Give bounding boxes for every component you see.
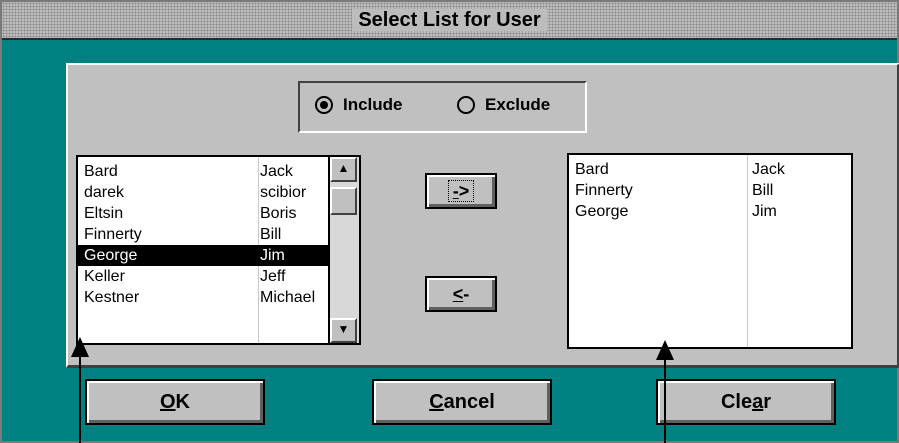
exclude-radio[interactable]: Exclude: [457, 95, 550, 115]
include-radio[interactable]: Include: [315, 95, 403, 115]
list-item[interactable]: Bard Jack: [569, 159, 851, 180]
list-item[interactable]: Finnerty Bill: [78, 224, 329, 245]
first-name: Jim: [752, 203, 777, 220]
callout-arrow-left: [71, 337, 89, 443]
last-name: George: [84, 247, 138, 264]
list-item[interactable]: Keller Jeff: [78, 266, 329, 287]
first-name: Bill: [752, 182, 774, 199]
last-name: darek: [84, 184, 125, 201]
title-bar[interactable]: Select List for User: [2, 2, 897, 40]
list-item[interactable]: Bard Jack: [78, 161, 329, 182]
available-users-list[interactable]: Bard Jack darek scibior Eltsin Boris Fin…: [76, 155, 361, 345]
first-name: Jim: [260, 247, 285, 264]
arrow-head-icon: [71, 337, 89, 357]
arrow-head-icon: [656, 340, 674, 360]
remove-hotkey: <: [452, 284, 464, 304]
ok-button[interactable]: OK: [85, 379, 265, 425]
radio-unchecked-icon: [457, 96, 475, 114]
callout-arrow-right: [656, 340, 674, 443]
cancel-button[interactable]: Cancel: [372, 379, 552, 425]
available-list-scrollbar[interactable]: ▲ ▼: [328, 157, 359, 343]
first-name: scibior: [260, 184, 307, 201]
list-item[interactable]: George Jim: [569, 201, 851, 222]
add-to-list-button[interactable]: ->: [425, 173, 497, 209]
arrow-up-icon: ▲: [337, 161, 350, 175]
list-item-selected[interactable]: George Jim: [78, 245, 329, 266]
ok-hotkey: O: [159, 391, 176, 413]
list-item[interactable]: Finnerty Bill: [569, 180, 851, 201]
last-name: Keller: [84, 268, 125, 285]
last-name: Eltsin: [84, 205, 124, 222]
list-item[interactable]: Kestner Michael: [78, 287, 329, 308]
arrow-shaft: [664, 360, 666, 443]
arrow-shaft: [79, 357, 81, 443]
include-label: Include: [343, 95, 403, 114]
first-name: Boris: [260, 205, 297, 222]
radio-checked-icon: [315, 96, 333, 114]
last-name: George: [575, 203, 629, 220]
dialog-title: Select List for User: [352, 9, 547, 31]
clear-button[interactable]: Clear: [656, 379, 836, 425]
selected-users-list[interactable]: Bard Jack Finnerty Bill George Jim: [567, 153, 853, 349]
last-name: Bard: [575, 161, 609, 178]
include-exclude-group: Include Exclude: [298, 81, 587, 133]
arrow-down-icon: ▼: [337, 322, 350, 336]
first-name: Jack: [752, 161, 785, 178]
first-name: Bill: [260, 226, 282, 243]
scroll-up-button[interactable]: ▲: [330, 157, 357, 182]
first-name: Jeff: [260, 268, 286, 285]
remove-from-list-button[interactable]: <-: [425, 276, 497, 312]
list-item[interactable]: darek scibior: [78, 182, 329, 203]
clear-hotkey: a: [752, 391, 764, 413]
last-name: Kestner: [84, 289, 140, 306]
last-name: Bard: [84, 163, 118, 180]
first-name: Michael: [260, 289, 316, 306]
last-name: Finnerty: [84, 226, 142, 243]
last-name: Finnerty: [575, 182, 633, 199]
focus-ring: ->: [447, 180, 475, 202]
exclude-label: Exclude: [485, 95, 551, 114]
list-item[interactable]: Eltsin Boris: [78, 203, 329, 224]
first-name: Jack: [260, 163, 293, 180]
scroll-thumb[interactable]: [330, 187, 357, 215]
cancel-hotkey: C: [429, 391, 444, 413]
scroll-down-button[interactable]: ▼: [330, 318, 357, 343]
